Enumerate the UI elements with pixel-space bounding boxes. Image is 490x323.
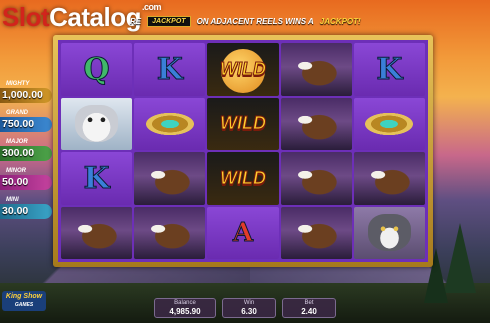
pine-tree-decoration	[444, 223, 476, 293]
bet-value: 2.40	[301, 307, 317, 316]
reel-frame: Q K WILD K WILD K WILD A	[53, 35, 433, 267]
jackpot-value: 30.00	[0, 204, 52, 219]
wild-label: WILD	[220, 113, 267, 134]
jackpot-grand: GRAND 750.00	[0, 109, 52, 135]
reel-symbol-eagle	[280, 206, 352, 259]
jackpot-ladder: MIGHTY 1,000.00 GRAND 750.00 MAJOR 300.0…	[0, 80, 52, 225]
win-value: 6.30	[241, 307, 257, 316]
logo-slot-text: Slot	[2, 2, 50, 32]
eagle-icon	[287, 50, 345, 88]
jackpot-value: 750.00	[0, 117, 52, 132]
grey-wolf-icon	[368, 214, 411, 252]
jackpot-value: 50.00	[0, 175, 52, 190]
symbol-letter: K	[376, 51, 403, 87]
jackpot-name: MINI	[6, 197, 19, 203]
eagle-icon	[68, 214, 126, 252]
balance-label: Balance	[174, 300, 196, 306]
jackpot-major: MAJOR 300.00	[0, 138, 52, 164]
reel-symbol-white-wolf	[61, 97, 133, 150]
reel-symbol-eagle	[280, 43, 352, 96]
jackpot-name: MINOR	[6, 168, 26, 174]
reel-symbol-eagle	[280, 152, 352, 205]
jackpot-mighty: MIGHTY 1,000.00	[0, 80, 52, 106]
banner-text: ON ADJACENT REELS WINS A	[196, 16, 314, 26]
reel-symbol-k: K	[353, 43, 425, 96]
reel-symbol-eagle	[61, 206, 133, 259]
bet-label: Bet	[304, 300, 314, 306]
eagle-icon	[141, 159, 199, 197]
banner-prefix: RE	[130, 16, 142, 26]
reel-symbol-q: Q	[61, 43, 133, 96]
amulet-icon	[141, 110, 198, 137]
bottom-meter-bar: Balance 4,985.90 Win 6.30 Bet 2.40	[0, 289, 490, 323]
symbol-letter: K	[83, 160, 110, 196]
reel-symbol-eagle	[353, 152, 425, 205]
reel-symbol-eagle	[134, 206, 206, 259]
reel-symbol-wild: WILD	[207, 97, 279, 150]
reel-symbol-amulet	[353, 97, 425, 150]
jackpot-minor: MINOR 50.00	[0, 167, 52, 193]
amulet-icon	[361, 110, 418, 137]
reel-grid: Q K WILD K WILD K WILD A	[58, 40, 428, 262]
logo-catalog-text: Catalog	[49, 2, 141, 32]
symbol-letter: A	[232, 217, 254, 248]
eagle-icon	[141, 214, 199, 252]
reel-symbol-wild: WILD	[207, 152, 279, 205]
reel-symbol-eagle	[280, 97, 352, 150]
symbol-letter: Q	[83, 51, 110, 87]
jackpot-name: MIGHTY	[6, 81, 30, 87]
reel-symbol-k: K	[61, 152, 133, 205]
jackpot-badge: JACKPOT	[147, 15, 191, 27]
reel-symbol-k: K	[134, 43, 206, 96]
eagle-icon	[287, 159, 345, 197]
jackpot-name: MAJOR	[6, 139, 28, 145]
win-label: Win	[243, 300, 255, 306]
reel-symbol-eagle	[134, 152, 206, 205]
logo-com-text: .com	[141, 2, 162, 12]
eagle-icon	[287, 214, 345, 252]
reel-symbol-a: A	[207, 206, 279, 259]
reel-symbol-amulet	[134, 97, 206, 150]
jackpot-name: GRAND	[6, 110, 28, 116]
eagle-icon	[287, 105, 345, 143]
balance-meter: Balance 4,985.90	[154, 298, 216, 318]
symbol-letter: K	[156, 51, 183, 87]
jackpot-rules-banner: RE JACKPOT ON ADJACENT REELS WINS A JACK…	[130, 13, 361, 29]
balance-value: 4,985.90	[169, 307, 201, 316]
jackpot-mini: MINI 30.00	[0, 196, 52, 222]
eagle-icon	[360, 159, 418, 197]
reel-symbol-wild: WILD	[207, 43, 279, 96]
jackpot-value: 300.00	[0, 146, 52, 161]
win-meter: Win 6.30	[222, 298, 276, 318]
bet-meter[interactable]: Bet 2.40	[282, 298, 336, 318]
jackpot-value: 1,000.00	[0, 88, 52, 103]
white-wolf-icon	[75, 105, 118, 143]
banner-highlight: JACKPOT!	[319, 16, 361, 26]
wild-label: WILD	[220, 167, 267, 188]
reel-symbol-grey-wolf	[353, 206, 425, 259]
wild-label: WILD	[220, 58, 267, 79]
